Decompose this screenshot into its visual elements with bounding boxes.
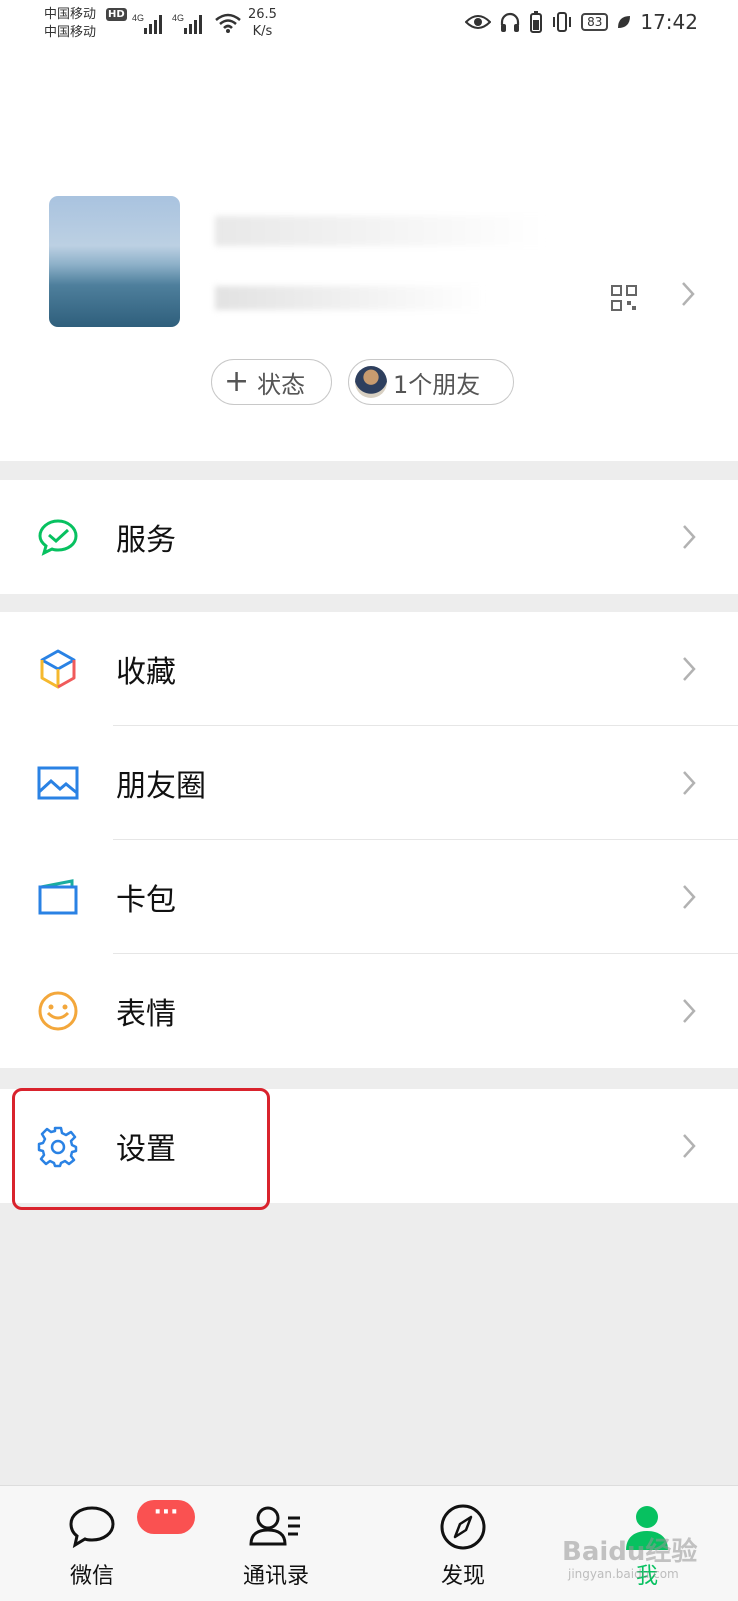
menu-item-stickers[interactable]: 表情 — [0, 954, 738, 1068]
friends-label: 1个朋友 — [393, 370, 481, 399]
menu-item-service[interactable]: 服务 — [0, 480, 738, 594]
watermark-brand: Baidu经验 — [562, 1537, 698, 1567]
chevron-right-icon — [683, 771, 696, 795]
smiley-face-icon — [38, 991, 78, 1031]
add-status-label: 状态 — [257, 370, 306, 399]
wifi-icon — [215, 13, 241, 33]
avatar[interactable] — [49, 196, 180, 327]
profile-header[interactable]: + 状态 1个朋友 — [0, 56, 738, 461]
net-speed-unit: K/s — [252, 24, 273, 39]
menu-label-cards: 卡包 — [116, 883, 176, 918]
hd-badge: HD — [106, 8, 127, 21]
menu-label-stickers: 表情 — [116, 997, 176, 1032]
chevron-right-icon — [683, 885, 696, 909]
menu-item-moments[interactable]: 朋友圈 — [0, 726, 738, 840]
tab-discover[interactable]: 发现 — [403, 1486, 523, 1601]
chevron-right-icon — [683, 525, 696, 549]
signal-icon-1: 4G — [132, 13, 162, 34]
watermark-url: jingyan.baidu.com — [568, 1567, 679, 1581]
net-speed-value: 26.5 — [248, 7, 277, 22]
chevron-right-icon[interactable] — [680, 280, 696, 308]
menu-group-main: 收藏 朋友圈 卡包 表情 — [0, 612, 738, 1068]
favorites-cube-icon — [40, 649, 76, 689]
battery-small-icon — [530, 11, 543, 33]
tab-contacts[interactable]: 通讯录 — [216, 1486, 336, 1601]
wechat-id-redacted — [215, 286, 485, 310]
friend-avatar — [355, 366, 387, 398]
tab-label-discover: 发现 — [440, 1564, 485, 1589]
menu-label-favorites: 收藏 — [116, 655, 176, 690]
leaf-icon — [618, 16, 631, 28]
contacts-icon — [249, 1506, 300, 1546]
eye-icon — [465, 15, 492, 29]
tab-chats[interactable]: ··· 微信 — [32, 1486, 195, 1601]
battery-level: 83 — [581, 13, 609, 31]
chevron-right-icon — [683, 657, 696, 681]
qr-code-icon[interactable] — [611, 285, 637, 311]
carrier-1: 中国移动 — [44, 7, 97, 22]
card-wallet-icon — [38, 879, 78, 915]
settings-highlight-box — [12, 1088, 270, 1210]
menu-group-service: 服务 — [0, 480, 738, 594]
menu-item-cards[interactable]: 卡包 — [0, 840, 738, 954]
menu-label-moments: 朋友圈 — [116, 769, 206, 804]
net-speed: 26.5 K/s — [248, 6, 277, 40]
carrier-2: 中国移动 — [44, 25, 97, 40]
status-icons: 83 17:42 — [465, 10, 698, 34]
chat-bubble-icon — [69, 1506, 115, 1549]
unread-badge: ··· — [137, 1500, 195, 1534]
service-icon — [38, 519, 78, 556]
add-status-button[interactable]: + 状态 — [211, 359, 332, 405]
friends-button[interactable]: 1个朋友 — [348, 359, 514, 405]
nickname-redacted — [215, 216, 545, 246]
net-type-2: 4G — [172, 13, 184, 23]
chevron-right-icon — [683, 999, 696, 1023]
carrier-info: 中国移动 中国移动 — [44, 6, 96, 42]
headphones-icon — [500, 12, 520, 32]
tab-label-chats: 微信 — [69, 1564, 114, 1589]
menu-item-favorites[interactable]: 收藏 — [0, 612, 738, 726]
bottom-tab-bar: ··· 微信 通讯录 发现 我 Baidu经验 jingyan.baidu.co… — [0, 1485, 738, 1601]
moments-photo-icon — [37, 766, 79, 800]
net-type-1: 4G — [132, 13, 144, 23]
plus-icon: + — [224, 364, 250, 399]
clock: 17:42 — [640, 10, 698, 34]
chevron-right-icon — [683, 1134, 696, 1158]
menu-label-service: 服务 — [116, 523, 176, 558]
compass-icon — [440, 1504, 486, 1550]
signal-icon-2: 4G — [172, 13, 202, 34]
vibrate-icon — [553, 12, 572, 32]
status-bar: 中国移动 中国移动 HD 4G 4G 26.5 K/s 83 17:42 — [0, 0, 738, 56]
tab-label-contacts: 通讯录 — [242, 1564, 309, 1589]
